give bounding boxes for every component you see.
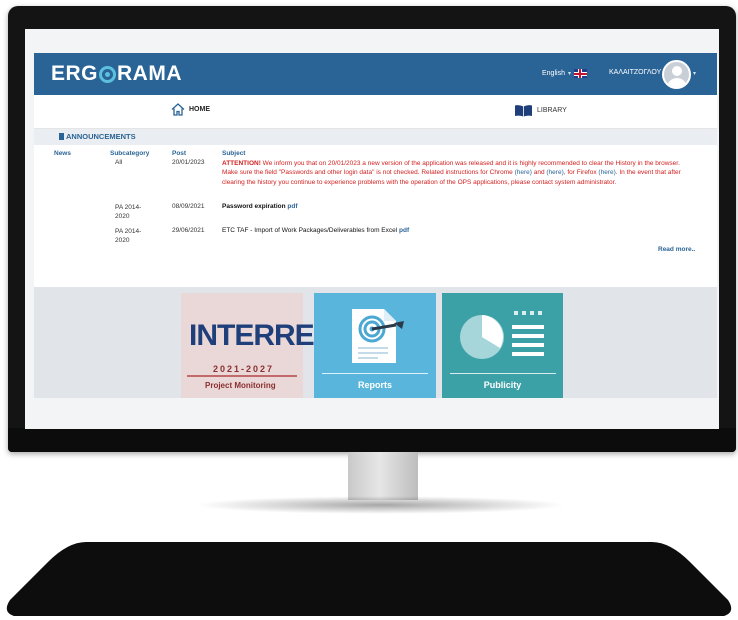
row2-subcategory: PA 2014-2020 xyxy=(115,204,142,220)
top-header: ERG RAMA English ▾ ΚΑΛΑΙΤΖΟΓΛΟΥ ▾ xyxy=(34,53,717,95)
nav-home-label: HOME xyxy=(189,106,210,113)
reports-divider xyxy=(322,373,428,374)
row3-pdf-link[interactable]: pdf xyxy=(399,227,409,234)
nav-library-label: LIBRARY xyxy=(537,107,567,114)
row2-pdf-link[interactable]: pdf xyxy=(287,203,297,210)
row3-subject-text: ETC TAF - Import of Work Packages/Delive… xyxy=(222,227,398,234)
col-header-post: Post xyxy=(172,150,187,157)
row1-subject: ATTENTION! We inform you that on 20/01/2… xyxy=(222,159,688,187)
nav-home[interactable]: HOME xyxy=(171,103,210,116)
user-name[interactable]: ΚΑΛΑΙΤΖΟΓΛΟΥ xyxy=(609,69,661,76)
chrome-link-2[interactable]: (here) xyxy=(546,169,563,176)
row2-subject: Password expiration pdf xyxy=(222,203,298,210)
row1-subject-firefox: , for Firefox xyxy=(563,169,599,177)
chrome-link-1[interactable]: (here) xyxy=(515,169,532,176)
row3-subcategory: PA 2014-2020 xyxy=(115,228,142,244)
monitor-bezel xyxy=(8,428,736,452)
tile-project-monitoring[interactable]: INTERREG 2021-2027 Project Monitoring xyxy=(181,293,337,398)
monitor-shadow xyxy=(195,496,567,514)
ergorama-logo[interactable]: ERG RAMA xyxy=(51,62,182,86)
pie-chart-list-icon xyxy=(460,311,544,359)
monitor-neck xyxy=(348,452,418,500)
tile-reports[interactable]: Reports xyxy=(314,293,436,398)
col-header-subject: Subject xyxy=(222,150,246,157)
announcements-title: ANNOUNCEMENTS xyxy=(66,132,136,141)
project-monitoring-label: Project Monitoring xyxy=(205,381,276,390)
logo-o-mark-icon xyxy=(99,65,117,83)
interreg-divider xyxy=(187,375,297,377)
logo-text-part1: ERG xyxy=(51,62,99,85)
bookmark-icon xyxy=(59,133,64,140)
book-icon xyxy=(515,105,532,117)
firefox-link[interactable]: (here) xyxy=(598,169,615,176)
nav-library[interactable]: LIBRARY xyxy=(514,104,567,117)
uk-flag-icon xyxy=(573,69,587,78)
monitor-stand-base xyxy=(6,542,732,616)
tile-publicity[interactable]: Publicity xyxy=(442,293,563,398)
interreg-years: 2021-2027 xyxy=(213,364,275,374)
announcements-header: ANNOUNCEMENTS xyxy=(34,129,717,145)
language-selector[interactable]: English ▾ xyxy=(542,69,587,78)
app-window: ERG RAMA English ▾ ΚΑΛΑΙΤΖΟΓΛΟΥ ▾ HOME L… xyxy=(34,53,717,398)
row3-subject: ETC TAF - Import of Work Packages/Delive… xyxy=(222,227,409,234)
language-label: English xyxy=(542,70,565,77)
user-avatar[interactable] xyxy=(662,60,691,89)
user-menu-chevron-icon[interactable]: ▾ xyxy=(693,70,696,77)
row1-subcategory: All xyxy=(115,159,123,166)
row2-subject-text: Password expiration xyxy=(222,203,286,210)
publicity-divider xyxy=(450,373,556,374)
main-nav: HOME LIBRARY xyxy=(34,95,717,129)
home-icon xyxy=(171,103,185,116)
reports-label: Reports xyxy=(357,380,392,390)
report-document-icon xyxy=(352,309,404,363)
row1-subject-and: and xyxy=(531,169,547,177)
attention-label: ATTENTION! xyxy=(222,160,261,167)
row2-post-date: 08/09/2021 xyxy=(172,203,205,210)
col-header-subcategory: Subcategory xyxy=(110,150,150,157)
row1-post-date: 20/01/2023 xyxy=(172,159,205,166)
publicity-label: Publicity xyxy=(483,380,522,390)
logo-text-part2: RAMA xyxy=(117,62,183,85)
col-header-news: News xyxy=(54,150,71,157)
chevron-down-icon: ▾ xyxy=(567,71,571,77)
modules-area: INTERREG 2021-2027 Project Monitoring Re… xyxy=(34,287,717,398)
row3-post-date: 29/06/2021 xyxy=(172,227,205,234)
announcements-table: News Subcategory Post Subject All 20/01/… xyxy=(34,145,717,288)
read-more-link[interactable]: Read more.. xyxy=(658,246,695,253)
